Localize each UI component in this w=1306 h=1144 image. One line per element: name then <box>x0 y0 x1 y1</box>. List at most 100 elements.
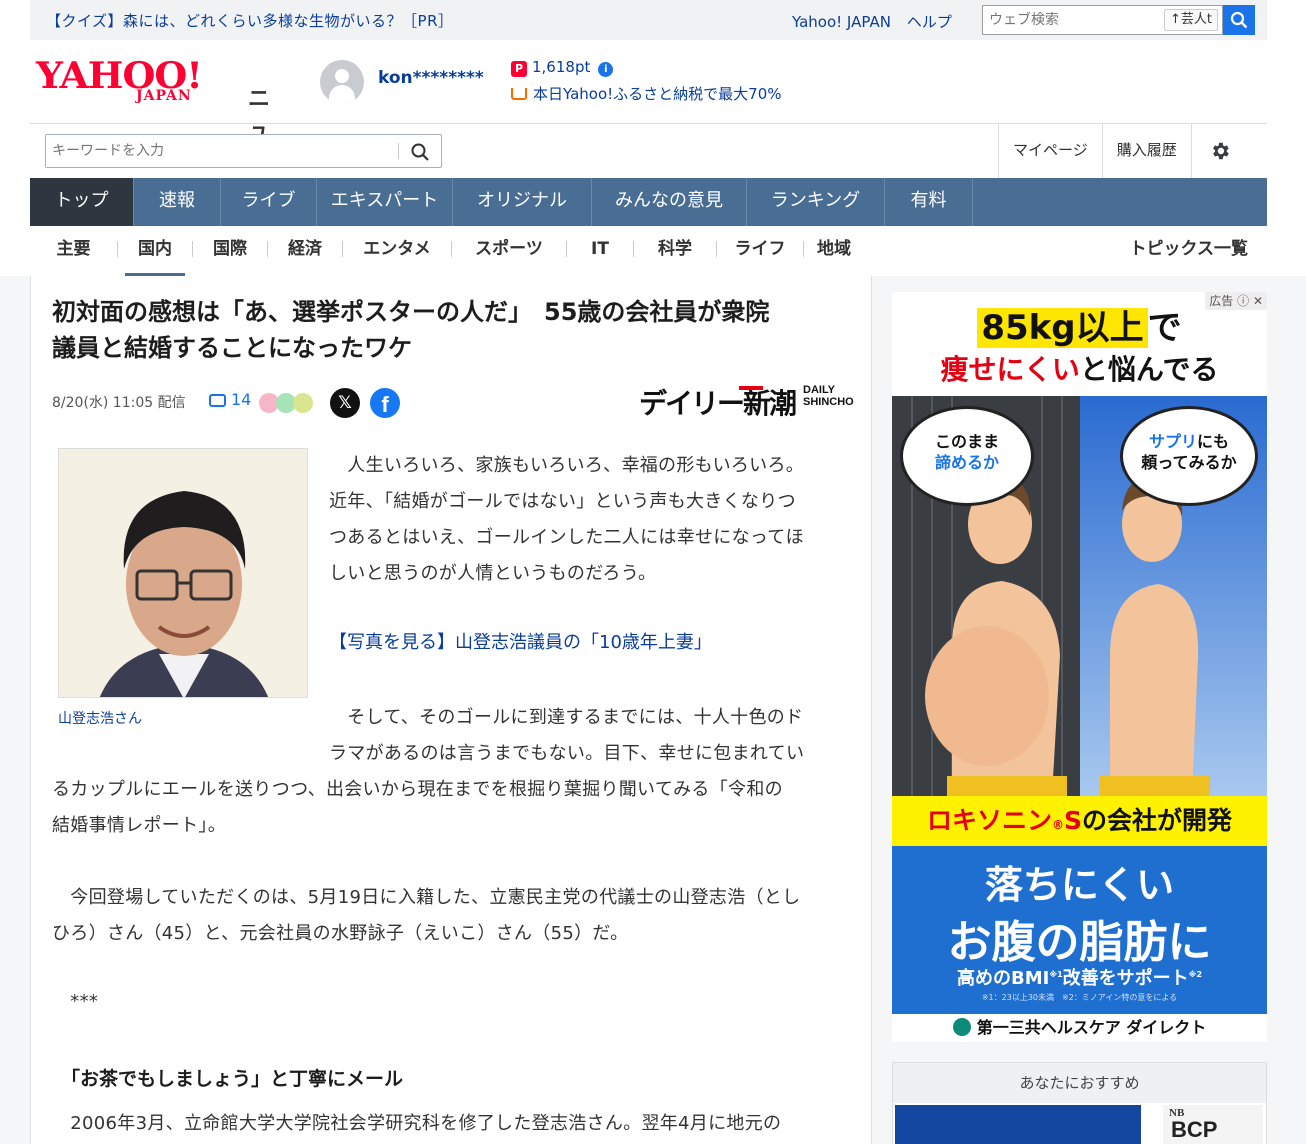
comment-icon <box>209 394 226 407</box>
ad-illustration: このまま 諦めるか サプリにも 頼ってみるか <box>892 396 1267 796</box>
ad-blue-note-1: ※1 <box>1049 970 1063 979</box>
ad-advertiser: 第一三共ヘルスケア ダイレクト <box>892 1014 1267 1042</box>
ad-blue-note-2: ※2 <box>1188 970 1203 979</box>
sub-nav-main[interactable]: 主要 <box>30 226 117 276</box>
keyword-search-box <box>45 134 442 168</box>
furusato-text: 本日Yahoo!ふるさと納税で最大70% <box>533 85 782 103</box>
search-icon[interactable] <box>410 142 430 162</box>
ad-band-reg: ® <box>1051 818 1064 832</box>
sub-nav-economy[interactable]: 経済 <box>268 226 342 276</box>
purchase-history-link[interactable]: 購入履歴 <box>1101 124 1191 178</box>
main-nav-paid[interactable]: 有料 <box>885 178 973 226</box>
section-heading: 「お茶でもしましょう」と丁寧にメール <box>61 1068 404 1090</box>
recommend-thumbnail[interactable] <box>895 1105 1141 1144</box>
article-photo[interactable] <box>58 448 308 698</box>
mypage-link[interactable]: マイページ <box>998 124 1102 178</box>
sidebar-ad[interactable]: 85kg以上で 痩せにくいと悩んでる 広告 ⓘ ✕ このまま 諦めるか サプリに… <box>892 292 1267 1042</box>
photo-gallery-link[interactable]: 【写真を見る】山登志浩議員の「10歳年上妻」 <box>329 628 712 654</box>
sub-nav-life[interactable]: ライフ <box>717 226 803 276</box>
ad-headline-2-red: 痩せにくい <box>940 353 1080 386</box>
paragraph-line: ひろ）さん（45）と、元会社員の水野詠子（えいこ）さん（55）だ。 <box>52 923 629 944</box>
portrait-image <box>59 449 307 697</box>
web-search-button[interactable] <box>1223 5 1255 35</box>
recommend-thumbnail[interactable]: NB BCP <box>1163 1105 1263 1144</box>
search-icon <box>1230 11 1248 29</box>
sub-nav-domestic[interactable]: 国内 <box>125 226 185 276</box>
ad-speech-bubble-left: このまま 諦めるか <box>900 406 1034 506</box>
comments-link[interactable]: 14 <box>209 390 251 409</box>
ad-headline-2-rest: と悩んでる <box>1079 353 1219 386</box>
main-nav-expert[interactable]: エキスパート <box>317 178 453 226</box>
paragraph-2-bottom: るカップルにエールを送りつつ、出会いから現在までを根掘り葉掘り聞いてみる「令和の… <box>52 772 852 844</box>
ad-bubble-right-rest: にも <box>1197 432 1230 451</box>
ad-band-brand: ロキソニン <box>926 806 1052 835</box>
promo-inner: 【クイズ】森には、どれくらい多様な生物がいる？［PR］ Yahoo! JAPAN… <box>30 0 1267 40</box>
sub-nav-entertainment[interactable]: エンタメ <box>343 226 451 276</box>
ad-bubble-right-line2: 頼ってみるか <box>1141 453 1237 472</box>
main-nav-original[interactable]: オリジナル <box>453 178 592 226</box>
ad-blue-line-2: お腹の脂肪に <box>947 917 1212 968</box>
recommend-thumb-bcp: BCP <box>1171 1117 1218 1142</box>
sub-nav-region[interactable]: 地域 <box>804 226 864 276</box>
sub-nav-world[interactable]: 国際 <box>193 226 267 276</box>
trend-button[interactable]: ↑芸人t <box>1163 9 1218 31</box>
paragraph-line: 近年、「結婚がゴールではない」という声も大きくなりつ <box>329 491 796 512</box>
publisher-logo[interactable]: デイリー新潮 DAILY SHINCHO <box>639 382 854 422</box>
yahoo-japan-link[interactable]: Yahoo! JAPAN <box>792 13 891 31</box>
paragraph-line: そして、そのゴールに到達するまでには、十人十色のド <box>329 707 804 728</box>
advertiser-logo-icon <box>952 1017 971 1036</box>
info-icon[interactable]: i <box>598 62 614 77</box>
ad-headline-1-rest: で <box>1147 308 1182 348</box>
points[interactable]: P 1,618pt i <box>511 58 614 77</box>
facebook-share-icon[interactable]: f <box>370 388 400 418</box>
trend-label: 芸人t <box>1180 12 1212 27</box>
points-value: 1,618pt <box>532 58 591 76</box>
title-line-1: 初対面の感想は「あ、選挙ポスターの人だ」 55歳の会社員が衆院 <box>52 298 770 326</box>
title-line-2: 議員と結婚することになったワケ <box>52 334 412 362</box>
main-nav-breaking[interactable]: 速報 <box>134 178 221 226</box>
ad-band: ロキソニン®Sの会社が開発 <box>892 796 1267 846</box>
logo-japan: JAPAN <box>136 88 192 104</box>
promo-bar: 【クイズ】森には、どれくらい多様な生物がいる？［PR］ Yahoo! JAPAN… <box>0 0 1306 40</box>
paragraph-2-top: そして、そのゴールに到達するまでには、十人十色のド ラマがあるのは言うまでもない… <box>329 700 849 772</box>
main-nav-top[interactable]: トップ <box>30 178 134 226</box>
gear-icon <box>1212 142 1229 160</box>
keyword-search-input[interactable] <box>46 135 396 167</box>
yahoo-news-logo[interactable]: YAHOO! JAPAN ニュース <box>36 58 270 208</box>
web-search-input[interactable] <box>983 6 1153 34</box>
reaction-faces[interactable] <box>259 393 315 413</box>
avatar[interactable] <box>320 60 364 104</box>
article-date: 8/20(水) 11:05 配信 <box>52 395 186 411</box>
avatar-body <box>329 85 355 104</box>
recommend-panel: あなたにおすすめ NB BCP <box>892 1062 1267 1144</box>
furusato-promo[interactable]: 本日Yahoo!ふるさと納税で最大70% <box>511 83 782 104</box>
sub-nav-science[interactable]: 科学 <box>634 226 716 276</box>
ad-bubble-right-line1: サプリにも <box>1123 431 1255 452</box>
top-links: Yahoo! JAPAN ヘルプ <box>792 11 968 32</box>
paragraph-4: 2006年3月、立命館大学大学院社会学研究科を修了した登志浩さん。翌年4月に地元… <box>52 1113 782 1134</box>
paragraph-3: 今回登場していただくのは、5月19日に入籍した、立憲民主党の代議士の山登志浩（と… <box>52 880 852 952</box>
ad-speech-bubble-right: サプリにも 頼ってみるか <box>1120 406 1258 506</box>
sub-nav-it[interactable]: IT <box>567 226 633 276</box>
publisher-en-line2: SHINCHO <box>803 396 854 408</box>
paragraph-1: 人生いろいろ、家族もいろいろ、幸福の形もいろいろ。 近年、「結婚がゴールではない… <box>329 448 849 592</box>
ad-blue-line-3c: 改善をサポート <box>1062 968 1189 989</box>
settings-button[interactable] <box>1190 124 1248 178</box>
search-separator <box>398 143 399 159</box>
main-nav-ranking[interactable]: ランキング <box>747 178 885 226</box>
publisher-en-line1: DAILY <box>803 384 835 396</box>
comment-count: 14 <box>231 390 252 409</box>
username-link[interactable]: kon******** <box>378 68 484 88</box>
cart-icon <box>511 88 527 100</box>
promo-link[interactable]: 【クイズ】森には、どれくらい多様な生物がいる？［PR］ <box>46 10 454 31</box>
main-nav-opinions[interactable]: みんなの意見 <box>592 178 747 226</box>
x-share-icon[interactable]: 𝕏 <box>330 388 360 418</box>
ad-bubble-right-highlight: サプリ <box>1148 432 1197 451</box>
ad-label[interactable]: 広告 ⓘ ✕ <box>1205 292 1267 310</box>
help-link[interactable]: ヘルプ <box>907 13 952 31</box>
topics-list-link[interactable]: トピックス一覧 <box>1130 226 1249 272</box>
photo-caption[interactable]: 山登志浩さん <box>58 708 142 728</box>
sub-nav-sports[interactable]: スポーツ <box>452 226 566 276</box>
ad-bubble-left-line1: このまま <box>934 432 999 451</box>
main-nav-live[interactable]: ライブ <box>221 178 317 226</box>
